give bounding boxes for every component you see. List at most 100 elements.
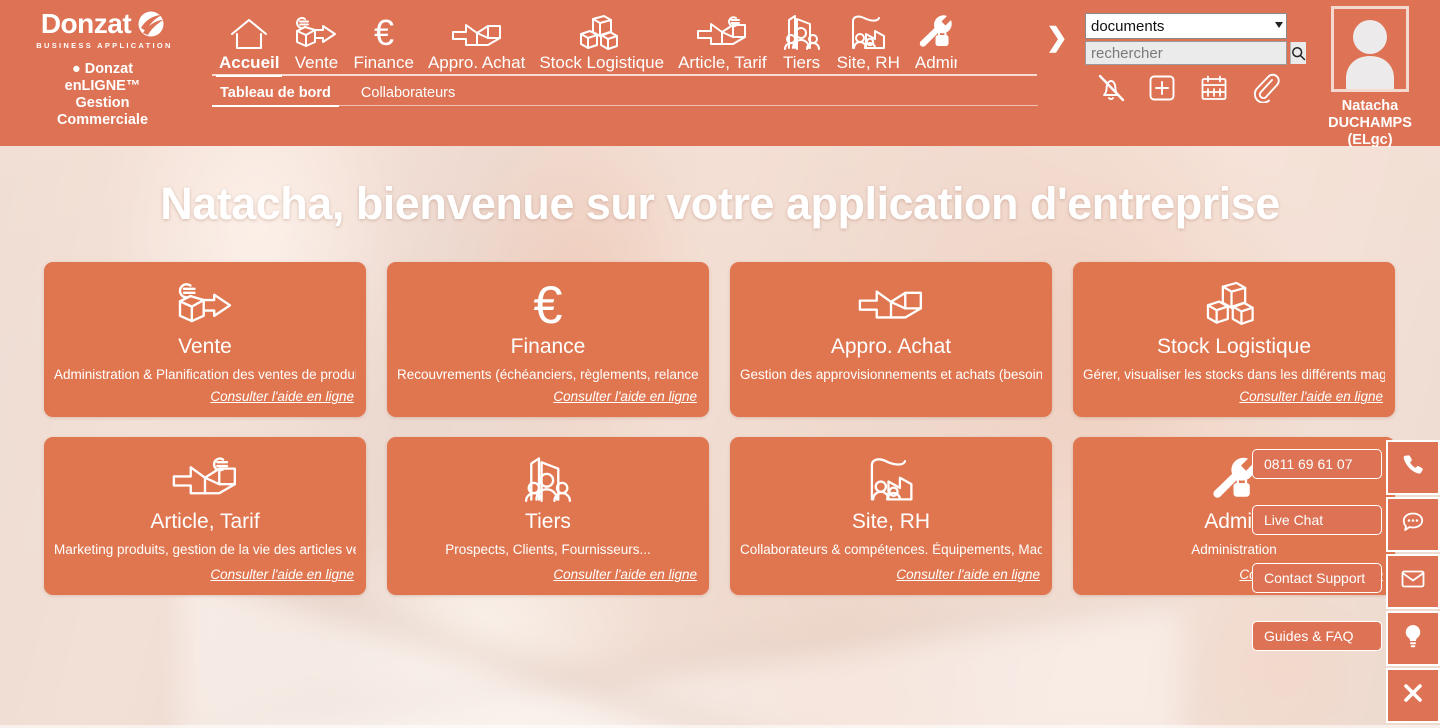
support-icon-rail — [1386, 440, 1440, 725]
card-site-rh[interactable]: Site, RH Collaborateurs & compétences. É… — [730, 437, 1052, 595]
card-description: Recouvrements (échéanciers, règlements, … — [397, 367, 699, 382]
support-label-stack: 0811 69 61 07 Live Chat Contact Support … — [1252, 449, 1382, 651]
card-stock-logistique[interactable]: Stock Logistique Gérer, visualiser les s… — [1073, 262, 1395, 417]
nav-item-admin[interactable]: Admin — [907, 6, 965, 74]
nav-item-stock-logistique[interactable]: Stock Logistique — [532, 6, 671, 74]
page-title: Natacha, bienvenue sur votre application… — [160, 178, 1280, 229]
lightbulb-icon — [1401, 623, 1425, 654]
card-description: Gestion des approvisionnements et achats… — [740, 367, 1042, 382]
nav-more-chevron-icon[interactable]: ❯ — [1046, 24, 1068, 50]
card-article-tarif[interactable]: Article, Tarif Marketing produits, gesti… — [44, 437, 366, 595]
module-card-grid: Vente Administration & Planification des… — [44, 262, 1396, 595]
paperclip-icon[interactable] — [1247, 70, 1283, 106]
card-vente[interactable]: Vente Administration & Planification des… — [44, 262, 366, 417]
euro-icon: € — [521, 276, 575, 332]
search-scope-select[interactable]: documents — [1085, 13, 1287, 39]
search-scope-wrapper: documents — [1085, 13, 1287, 39]
arrow-box-icon — [450, 12, 504, 52]
main-navigation: Accueil Vente € Finance Appro. Achat Sto… — [212, 4, 1042, 77]
app-header: Donzat BUSINESS APPLICATION ● Donzat enL… — [0, 0, 1440, 149]
card-description: Marketing produits, gestion de la vie de… — [54, 542, 356, 557]
euro-icon: € — [364, 12, 404, 52]
user-code: (ELgc) — [1347, 132, 1393, 148]
boxes-icon — [1203, 276, 1265, 332]
support-guides-faq-label[interactable]: Guides & FAQ — [1252, 621, 1382, 651]
nav-item-article-tarif[interactable]: Article, Tarif — [671, 6, 774, 74]
nav-label-tiers: Tiers — [782, 53, 821, 72]
tagline-line-2: enLIGNE™ — [64, 78, 141, 94]
nav-divider — [212, 74, 1037, 76]
logo-subtitle: BUSINESS APPLICATION — [36, 41, 173, 50]
box-euro-arrow-icon — [174, 276, 236, 332]
nav-item-site-rh[interactable]: Site, RH — [830, 6, 907, 74]
search-field-wrapper — [1085, 41, 1306, 65]
card-description: Prospects, Clients, Fournisseurs... — [445, 542, 651, 557]
support-phone-label[interactable]: 0811 69 61 07 — [1252, 449, 1382, 479]
plus-square-icon[interactable] — [1144, 70, 1180, 106]
tab-tableau-de-bord[interactable]: Tableau de bord — [212, 82, 339, 107]
nav-label-site-rh: Site, RH — [836, 53, 900, 72]
swirl-icon — [138, 11, 164, 37]
card-title: Appro. Achat — [830, 335, 952, 358]
card-help-link[interactable]: Consulter l'aide en ligne — [1239, 389, 1383, 404]
card-title: Stock Logistique — [1156, 335, 1312, 358]
bell-muted-icon[interactable] — [1093, 70, 1129, 106]
card-help-link[interactable]: Consulter l'aide en ligne — [553, 567, 697, 582]
user-name: Natacha DUCHAMPS (ELgc) — [1300, 98, 1440, 149]
people-building-icon — [521, 451, 575, 507]
brand-logo[interactable]: Donzat BUSINESS APPLICATION ● Donzat enL… — [0, 8, 205, 129]
card-tiers[interactable]: Tiers Prospects, Clients, Fournisseurs..… — [387, 437, 709, 595]
card-help-link[interactable]: Consulter l'aide en ligne — [896, 567, 1040, 582]
card-description: Collaborateurs & compétences. Équipement… — [740, 542, 1042, 557]
nav-label-admin: Admin — [914, 53, 957, 72]
wrench-lock-icon — [914, 12, 958, 52]
nav-item-finance[interactable]: € Finance — [346, 6, 420, 74]
sub-navigation-divider — [220, 105, 1038, 106]
card-finance[interactable]: € Finance Recouvrements (échéanciers, rè… — [387, 262, 709, 417]
home-icon — [228, 12, 270, 52]
support-close-button[interactable] — [1386, 668, 1440, 723]
envelope-icon — [1400, 566, 1426, 597]
nav-label-article-tarif: Article, Tarif — [678, 53, 767, 72]
calendar-icon[interactable] — [1196, 70, 1232, 106]
nav-item-appro-achat[interactable]: Appro. Achat — [421, 6, 532, 74]
arrow-box-euro-icon — [170, 451, 240, 507]
support-phone-button[interactable] — [1386, 440, 1440, 495]
card-appro-achat[interactable]: Appro. Achat Gestion des approvisionneme… — [730, 262, 1052, 417]
card-title: Site, RH — [851, 510, 931, 533]
logo-wordmark: Donzat — [40, 8, 132, 39]
search-input[interactable] — [1086, 42, 1290, 64]
user-profile[interactable]: Natacha DUCHAMPS (ELgc) — [1300, 6, 1440, 149]
brand-tagline: ● Donzat enLIGNE™ Gestion Commerciale — [0, 61, 205, 129]
header-action-icons — [1093, 70, 1283, 106]
support-live-chat-label[interactable]: Live Chat — [1252, 505, 1382, 535]
support-contact-label[interactable]: Contact Support — [1252, 563, 1382, 593]
card-help-link[interactable]: Consulter l'aide en ligne — [553, 389, 697, 404]
support-contact-button[interactable] — [1386, 554, 1440, 609]
svg-text:€: € — [533, 279, 562, 329]
nav-item-vente[interactable]: Vente — [286, 6, 346, 74]
boxes-icon — [577, 12, 627, 52]
nav-label-appro-achat: Appro. Achat — [427, 53, 526, 72]
nav-item-accueil[interactable]: Accueil — [212, 6, 286, 77]
factory-people-icon — [863, 451, 919, 507]
arrow-box-icon — [856, 276, 926, 332]
support-guides-faq-button[interactable] — [1386, 611, 1440, 666]
close-icon — [1401, 681, 1425, 710]
box-euro-arrow-icon — [293, 12, 339, 52]
tab-collaborateurs[interactable]: Collaborateurs — [353, 82, 463, 107]
search-cluster: documents — [1085, 13, 1306, 65]
nav-label-vente: Vente — [294, 53, 339, 72]
card-description: Administration & Planification des vente… — [54, 367, 356, 382]
user-last-name: DUCHAMPS — [1328, 115, 1412, 131]
arrow-box-euro-icon — [695, 12, 749, 52]
nav-item-tiers[interactable]: Tiers — [774, 6, 830, 74]
support-live-chat-button[interactable] — [1386, 497, 1440, 552]
card-help-link[interactable]: Consulter l'aide en ligne — [210, 389, 354, 404]
avatar[interactable] — [1331, 6, 1409, 92]
card-help-link[interactable]: Consulter l'aide en ligne — [210, 567, 354, 582]
card-title: Vente — [178, 335, 232, 358]
phone-icon — [1401, 453, 1425, 482]
tagline-line-1: ● Donzat — [71, 61, 134, 77]
nav-label-accueil: Accueil — [219, 53, 280, 72]
